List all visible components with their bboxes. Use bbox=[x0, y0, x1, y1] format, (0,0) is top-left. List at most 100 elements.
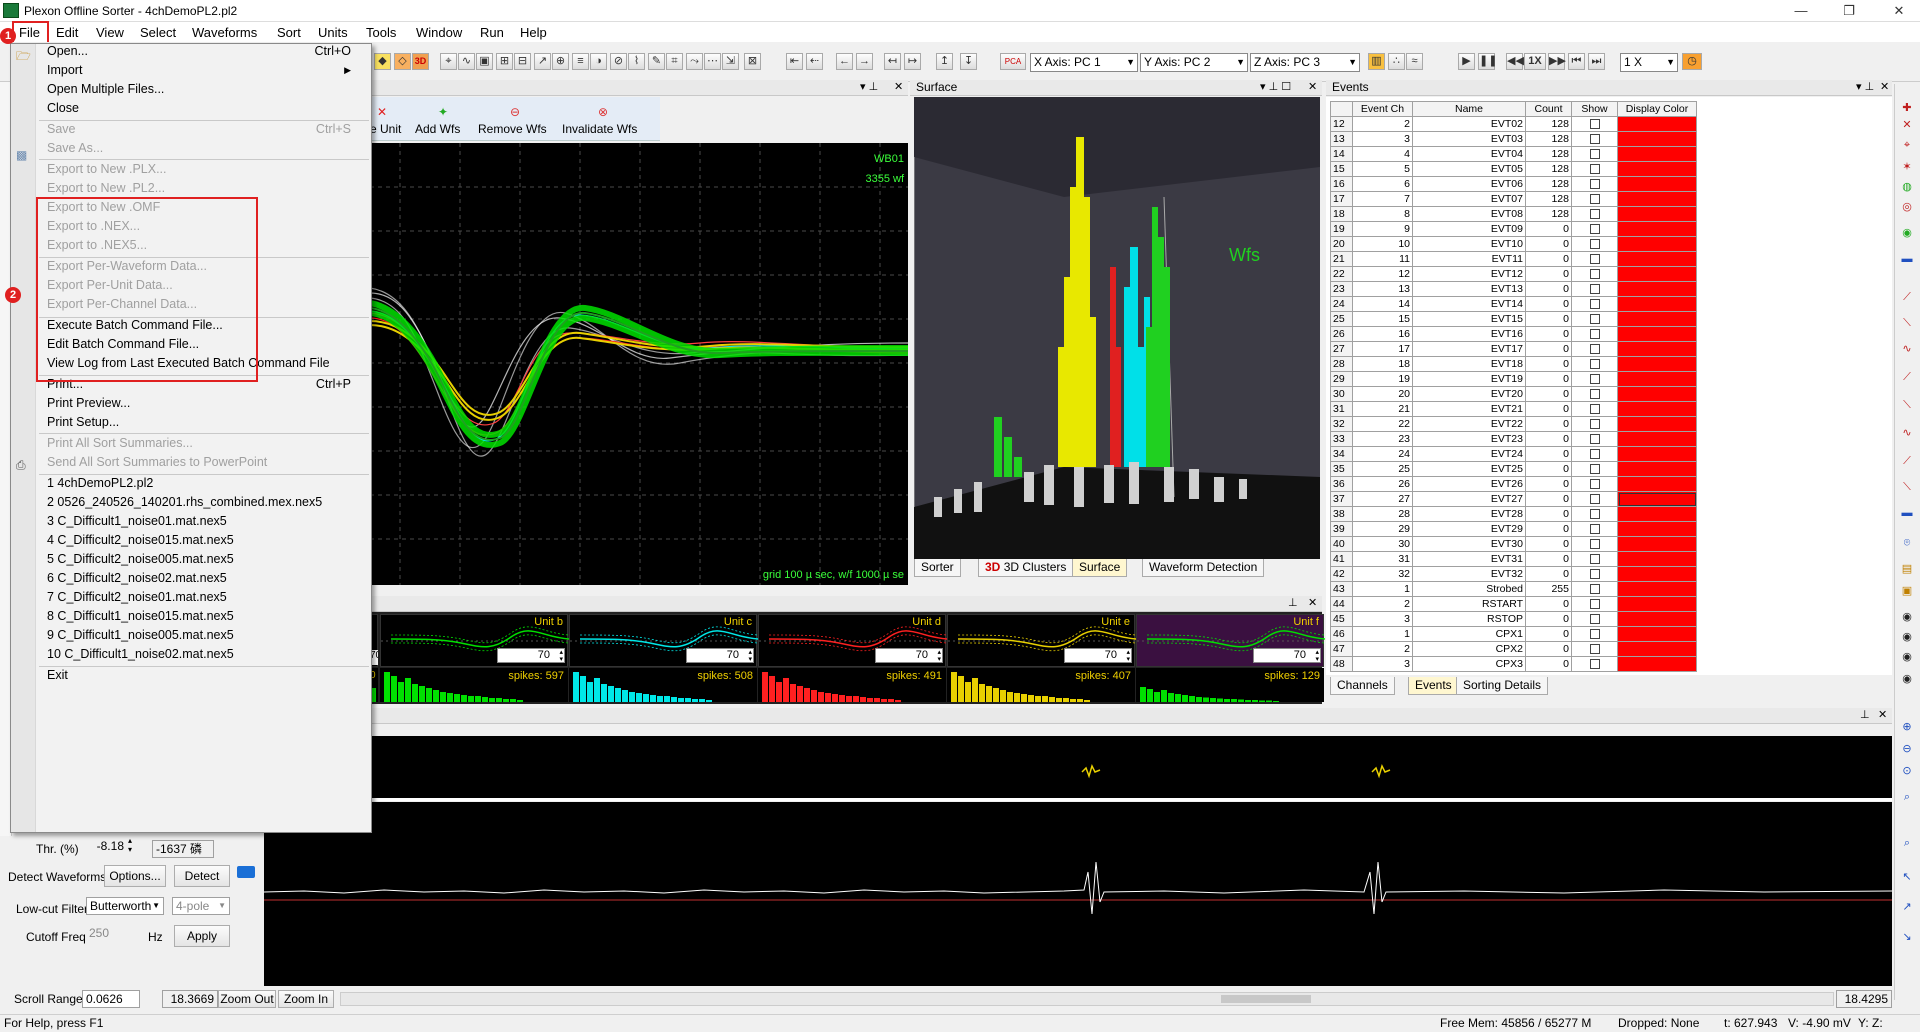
fast-forward-icon[interactable]: ▶▶ bbox=[1548, 53, 1566, 70]
menu-item[interactable]: 1 4chDemoPL2.pl2 bbox=[47, 473, 153, 493]
zoom-fit-icon[interactable]: ⊙ bbox=[1900, 764, 1914, 778]
show-checkbox[interactable] bbox=[1589, 644, 1600, 655]
show-checkbox[interactable] bbox=[1589, 449, 1600, 460]
nav-fwd-icon[interactable]: ↦ bbox=[904, 53, 921, 70]
display-color-cell[interactable] bbox=[1617, 146, 1697, 162]
cursor-icon[interactable]: ↘ bbox=[1900, 930, 1914, 944]
unit-spin-input[interactable]: 70 bbox=[1064, 648, 1132, 663]
tool-j-icon[interactable]: ⊘ bbox=[610, 53, 627, 70]
show-checkbox[interactable] bbox=[1589, 134, 1600, 145]
table-row[interactable]: 40 30 EVT30 0 bbox=[1330, 536, 1697, 552]
show-checkbox[interactable] bbox=[1589, 344, 1600, 355]
tool-q-icon[interactable]: ⊠ bbox=[744, 53, 761, 70]
show-checkbox[interactable] bbox=[1589, 359, 1600, 370]
menu-item[interactable]: Print Preview... bbox=[47, 393, 130, 413]
tool-d-icon[interactable]: ⊞ bbox=[496, 53, 513, 70]
display-color-cell[interactable] bbox=[1617, 581, 1697, 597]
display-color-cell[interactable] bbox=[1617, 161, 1697, 177]
scrollbar-thumb[interactable] bbox=[1221, 995, 1311, 1003]
close-icon[interactable]: ✕ bbox=[1880, 80, 1889, 95]
tool-n-icon[interactable]: ⤳ bbox=[686, 53, 703, 70]
menu-units[interactable]: Units bbox=[314, 24, 352, 41]
menu-item[interactable]: Open... bbox=[47, 41, 88, 61]
table-row[interactable]: 36 26 EVT26 0 bbox=[1330, 476, 1697, 492]
show-checkbox[interactable] bbox=[1589, 614, 1600, 625]
pin-icon[interactable]: ▾ ⊥ bbox=[860, 80, 878, 95]
display-color-cell[interactable] bbox=[1617, 281, 1697, 297]
tab-surface[interactable]: Surface bbox=[1072, 559, 1128, 577]
show-checkbox[interactable] bbox=[1589, 299, 1600, 310]
tab-events[interactable]: Events bbox=[1408, 677, 1459, 695]
menu-waveforms[interactable]: Waveforms bbox=[188, 24, 261, 41]
show-checkbox[interactable] bbox=[1589, 284, 1600, 295]
table-row[interactable]: 27 17 EVT17 0 bbox=[1330, 341, 1697, 357]
table-row[interactable]: 18 8 EVT08 128 bbox=[1330, 206, 1697, 222]
table-row[interactable]: 12 2 EVT02 128 bbox=[1330, 116, 1697, 132]
close-icon[interactable]: ✕ bbox=[1308, 80, 1317, 95]
menu-item[interactable]: Close bbox=[47, 98, 79, 118]
table-row[interactable]: 42 32 EVT32 0 bbox=[1330, 566, 1697, 582]
pin-icon[interactable]: ▾ ⊥ ☐ bbox=[1260, 80, 1291, 95]
unit-box[interactable]: Unit b 70 ▴ ▾ bbox=[380, 614, 569, 667]
filter-type-select[interactable]: Butterworth ▼ bbox=[86, 897, 164, 915]
spin-arrows-icon[interactable]: ▴ ▾ bbox=[937, 649, 941, 663]
invalidate-wfs-button[interactable]: Invalidate Wfs bbox=[562, 122, 637, 136]
tab-sorter[interactable]: Sorter bbox=[914, 559, 961, 577]
show-checkbox[interactable] bbox=[1589, 329, 1600, 340]
display-color-cell[interactable] bbox=[1617, 551, 1697, 567]
side-icon-g[interactable]: ◉ bbox=[1900, 226, 1914, 240]
show-checkbox[interactable] bbox=[1589, 419, 1600, 430]
show-checkbox[interactable] bbox=[1589, 659, 1600, 670]
show-checkbox[interactable] bbox=[1589, 554, 1600, 565]
menu-item[interactable]: 10 C_Difficult1_noise02.mat.nex5 bbox=[47, 644, 234, 664]
menu-item[interactable]: 6 C_Difficult2_noise02.mat.nex5 bbox=[47, 568, 227, 588]
side-icon-a[interactable]: ✚ bbox=[1900, 101, 1914, 115]
table-row[interactable]: 16 6 EVT06 128 bbox=[1330, 176, 1697, 192]
tool-g-icon[interactable]: ⊕ bbox=[552, 53, 569, 70]
table-row[interactable]: 35 25 EVT25 0 bbox=[1330, 461, 1697, 477]
display-color-cell[interactable] bbox=[1617, 476, 1697, 492]
display-color-cell[interactable] bbox=[1617, 641, 1697, 657]
display-color-cell[interactable] bbox=[1617, 596, 1697, 612]
show-checkbox[interactable] bbox=[1589, 209, 1600, 220]
delete-unit-button[interactable]: e Unit bbox=[370, 122, 401, 136]
x-axis-select[interactable]: X Axis: PC 1 ▼ bbox=[1030, 53, 1138, 72]
pin-icon[interactable]: ⊥ bbox=[1288, 596, 1298, 611]
table-row[interactable]: 24 14 EVT14 0 bbox=[1330, 296, 1697, 312]
display-color-cell[interactable] bbox=[1617, 371, 1697, 387]
display-color-cell[interactable] bbox=[1617, 311, 1697, 327]
display-color-cell[interactable] bbox=[1617, 251, 1697, 267]
side-icon-d[interactable]: ✶ bbox=[1900, 160, 1914, 174]
side-icon-t[interactable]: ▣ bbox=[1900, 584, 1914, 598]
table-row[interactable]: 15 5 EVT05 128 bbox=[1330, 161, 1697, 177]
display-color-cell[interactable] bbox=[1617, 566, 1697, 582]
show-checkbox[interactable] bbox=[1589, 404, 1600, 415]
display-color-cell[interactable] bbox=[1617, 446, 1697, 462]
spin-arrows-icon[interactable]: ▴ ▾ bbox=[1315, 649, 1319, 663]
continuous-signal-view[interactable] bbox=[264, 802, 1892, 986]
zoom-out-icon[interactable]: ⊖ bbox=[1900, 742, 1914, 756]
eye-icon[interactable]: ◉ bbox=[1900, 650, 1914, 664]
menu-run[interactable]: Run bbox=[476, 24, 508, 41]
side-icon-s[interactable]: ▤ bbox=[1900, 562, 1914, 576]
table-row[interactable]: 34 24 EVT24 0 bbox=[1330, 446, 1697, 462]
rewind-icon[interactable]: ◀◀ bbox=[1506, 53, 1524, 70]
side-icon-e[interactable]: ◍ bbox=[1900, 180, 1914, 194]
display-color-cell[interactable] bbox=[1617, 626, 1697, 642]
display-color-cell[interactable] bbox=[1617, 431, 1697, 447]
table-row[interactable]: 47 2 CPX2 0 bbox=[1330, 641, 1697, 657]
show-checkbox[interactable] bbox=[1589, 164, 1600, 175]
tool-a-icon[interactable]: ⌖ bbox=[440, 53, 457, 70]
menu-item[interactable]: Exit bbox=[47, 665, 68, 685]
unit-box[interactable]: Unit d 70 ▴ ▾ bbox=[758, 614, 947, 667]
spin-arrows-icon[interactable]: ▴ ▾ bbox=[748, 649, 752, 663]
zoom-out-button[interactable]: Zoom Out bbox=[218, 990, 276, 1008]
cutoff-freq-input[interactable]: 250 bbox=[86, 925, 142, 943]
table-row[interactable]: 29 19 EVT19 0 bbox=[1330, 371, 1697, 387]
table-row[interactable]: 25 15 EVT15 0 bbox=[1330, 311, 1697, 327]
table-row[interactable]: 22 12 EVT12 0 bbox=[1330, 266, 1697, 282]
menu-view[interactable]: View bbox=[92, 24, 128, 41]
apply-button[interactable]: Apply bbox=[174, 925, 230, 947]
table-row[interactable]: 38 28 EVT28 0 bbox=[1330, 506, 1697, 522]
maximize-button[interactable]: ❐ bbox=[1834, 2, 1864, 20]
